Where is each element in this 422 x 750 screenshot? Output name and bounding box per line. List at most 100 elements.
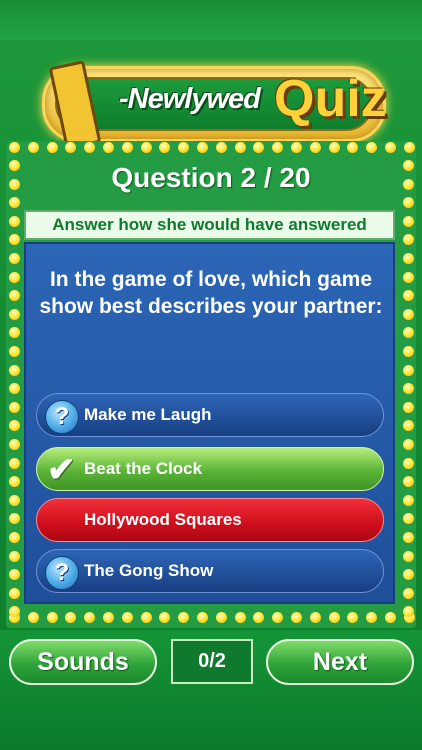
marquee-bulb <box>403 513 414 524</box>
marquee-bulb <box>403 551 414 562</box>
marquee-bulb <box>122 612 133 623</box>
sounds-button-label: Sounds <box>37 647 129 676</box>
marquee-bulb <box>9 216 20 227</box>
marquee-bulb <box>9 402 20 413</box>
marquee-bulb <box>403 346 414 357</box>
sounds-button[interactable]: Sounds <box>9 639 157 685</box>
instruction-banner: Answer how she would have answered <box>24 210 395 240</box>
marquee-bulb <box>253 612 264 623</box>
marquee-bulb <box>9 513 20 524</box>
marquee-bulb <box>84 612 95 623</box>
marquee-bulb <box>272 612 283 623</box>
answer-label: Beat the Clock <box>84 459 203 478</box>
marquee-bulb <box>9 532 20 543</box>
marquee-bulb <box>9 588 20 599</box>
marquee-bulb <box>197 612 208 623</box>
marquee-bulb <box>9 327 20 338</box>
marquee-bulb <box>310 142 321 153</box>
marquee-bulb <box>9 272 20 283</box>
marquee-bulb <box>9 439 20 450</box>
logo-quiz-text: Quiz <box>274 70 387 128</box>
top-bar <box>0 0 422 40</box>
question-counter-title: Question 2 / 20 <box>111 162 311 193</box>
marquee-bulb <box>403 458 414 469</box>
marquee-bulb <box>197 142 208 153</box>
marquee-bulb <box>122 142 133 153</box>
marquee-bulb <box>84 142 95 153</box>
marquee-bulb <box>385 142 396 153</box>
marquee-bulb <box>9 234 20 245</box>
marquee-bulb <box>291 612 302 623</box>
marquee-bulb <box>403 216 414 227</box>
marquee-bulb <box>9 197 20 208</box>
marquee-bulb <box>347 612 358 623</box>
marquee-bulb <box>235 612 246 623</box>
marquee-bulb <box>141 612 152 623</box>
marquee-bulb <box>272 142 283 153</box>
answer-option-3[interactable]: Hollywood Squares <box>36 498 384 542</box>
answer-option-1[interactable]: ? Make me Laugh <box>36 393 384 437</box>
marquee-bulb <box>347 142 358 153</box>
answer-option-2[interactable]: ✔ Beat the Clock <box>36 447 384 491</box>
marquee-bulb <box>178 612 189 623</box>
marquee-bulb <box>159 142 170 153</box>
marquee-bulb <box>28 142 39 153</box>
marquee-bulb <box>141 142 152 153</box>
marquee-bulb <box>291 142 302 153</box>
marquee-bulb <box>9 290 20 301</box>
marquee-bulb <box>9 420 20 431</box>
logo-i-icon <box>48 60 102 150</box>
answer-option-4[interactable]: ? The Gong Show <box>36 549 384 593</box>
marquee-bulb <box>65 612 76 623</box>
marquee-bulb <box>403 290 414 301</box>
marquee-bulb <box>403 234 414 245</box>
marquee-bulb <box>403 327 414 338</box>
app-logo: -Newlywed Quiz <box>42 60 387 150</box>
answer-label: The Gong Show <box>84 561 214 580</box>
marquee-bulb <box>253 142 264 153</box>
score-text: 0/2 <box>198 650 226 672</box>
marquee-bulb <box>310 612 321 623</box>
marquee-bulb <box>9 458 20 469</box>
marquee-bulb <box>403 420 414 431</box>
marquee-bulb <box>9 142 20 153</box>
marquee-bulb <box>403 606 414 617</box>
marquee-bulb <box>9 606 20 617</box>
marquee-bulb <box>103 612 114 623</box>
marquee-bulb <box>159 612 170 623</box>
marquee-bulb <box>403 383 414 394</box>
marquee-bulb <box>47 142 58 153</box>
marquee-bulb <box>103 142 114 153</box>
marquee-bulb <box>403 365 414 376</box>
marquee-bulb <box>403 402 414 413</box>
question-icon: ? <box>45 400 79 434</box>
marquee-bulb <box>9 346 20 357</box>
marquee-bulb <box>403 476 414 487</box>
answer-label: Make me Laugh <box>84 405 212 424</box>
marquee-bulb <box>403 272 414 283</box>
marquee-bulb <box>403 253 414 264</box>
marquee-bulb <box>9 309 20 320</box>
marquee-bulb <box>404 142 415 153</box>
marquee-bulb <box>178 142 189 153</box>
marquee-bulb <box>403 439 414 450</box>
marquee-bulb <box>216 142 227 153</box>
marquee-bulb <box>9 253 20 264</box>
marquee-bulb <box>9 569 20 580</box>
question-text: In the game of love, which game show bes… <box>39 268 383 318</box>
marquee-bulb <box>403 588 414 599</box>
marquee-bulb <box>366 142 377 153</box>
question-icon: ? <box>45 556 79 590</box>
marquee-bulb <box>329 612 340 623</box>
marquee-bulb <box>235 142 246 153</box>
marquee-bulb <box>47 612 58 623</box>
score-counter: 0/2 <box>171 639 253 684</box>
instruction-text: Answer how she would have answered <box>52 215 367 234</box>
marquee-bulb <box>9 383 20 394</box>
next-button[interactable]: Next <box>266 639 414 685</box>
marquee-bulb <box>329 142 340 153</box>
marquee-bulb <box>9 495 20 506</box>
answer-label: Hollywood Squares <box>84 510 242 529</box>
marquee-bulb <box>9 476 20 487</box>
marquee-bulb <box>9 365 20 376</box>
